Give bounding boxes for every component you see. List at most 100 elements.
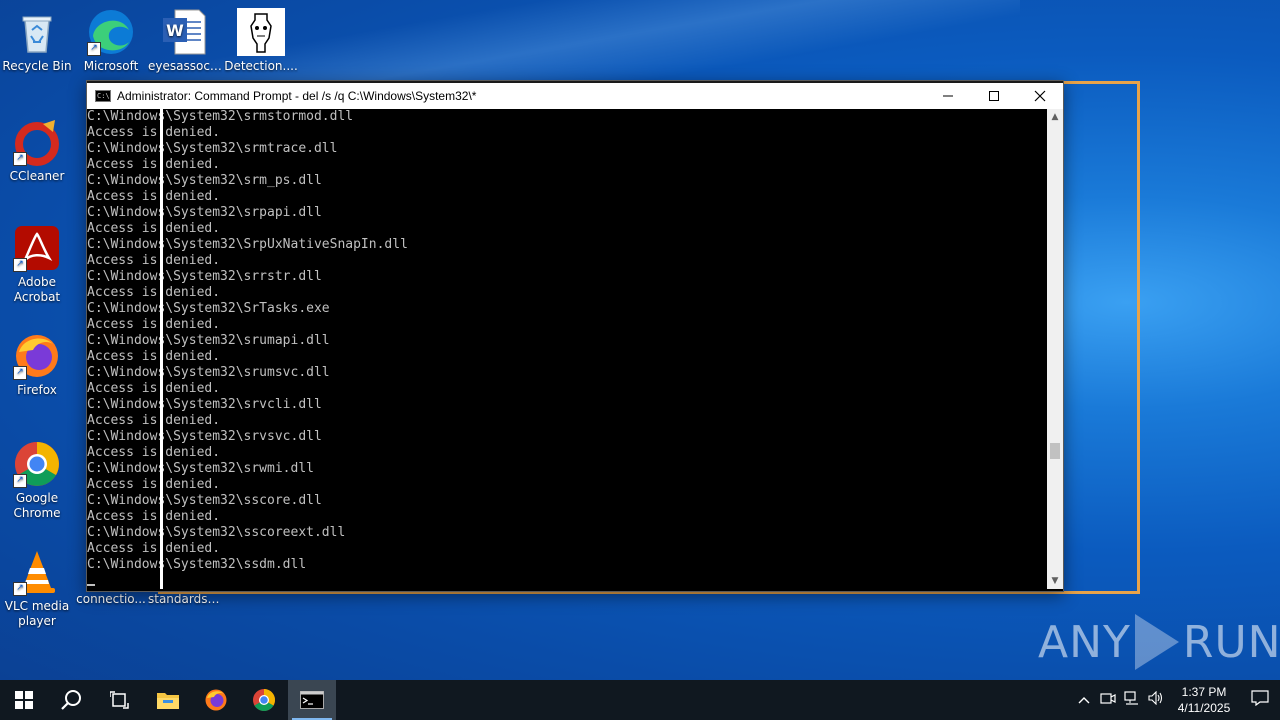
search-icon xyxy=(61,690,81,710)
console-line: Access is denied. xyxy=(87,189,221,204)
cmd-app-icon xyxy=(300,691,324,709)
watermark-text-right: RUN xyxy=(1182,616,1280,668)
shortcut-arrow-icon: ↗ xyxy=(13,474,27,488)
system-tray: 1:37 PM 4/11/2025 xyxy=(1072,680,1280,720)
chrome-icon xyxy=(253,689,275,711)
console-line: Access is denied. xyxy=(87,445,221,460)
console-line: C:\Windows\System32\srumapi.dll xyxy=(87,333,330,348)
desktop-icon-vlc[interactable]: ↗ VLC media player xyxy=(0,548,74,629)
console-line: C:\Windows\System32\srrstr.dll xyxy=(87,269,322,284)
maximize-button[interactable] xyxy=(971,83,1017,109)
console-output[interactable]: C:\Windows\System32\srmstormod.dll Access… xyxy=(87,109,1047,589)
console-line: Access is denied. xyxy=(87,413,221,428)
desktop-icon-label: Detection.... xyxy=(224,59,298,73)
network-button[interactable] xyxy=(1120,691,1144,709)
console-line: C:\Windows\System32\srumsvc.dll xyxy=(87,365,330,380)
chrome-icon: ↗ xyxy=(13,440,61,488)
desktop-icon-microsoft-edge[interactable]: ↗ Microsoft Edge xyxy=(74,8,148,74)
desktop-icon-label: VLC media player xyxy=(4,599,70,628)
console-line: C:\Windows\System32\SrpUxNativeSnapIn.dl… xyxy=(87,237,408,252)
desktop-icon-ccleaner[interactable]: ↗ CCleaner xyxy=(0,118,74,184)
scroll-down-arrow-icon[interactable]: ▼ xyxy=(1047,573,1063,589)
notification-icon xyxy=(1251,690,1269,707)
cmd-app-icon: C:\ xyxy=(95,90,111,102)
show-hidden-icons-button[interactable] xyxy=(1072,693,1096,708)
word-document-icon: W xyxy=(161,8,209,56)
taskbar-clock[interactable]: 1:37 PM 4/11/2025 xyxy=(1168,684,1240,716)
console-line: Access is denied. xyxy=(87,381,221,396)
console-line: Access is denied. xyxy=(87,157,221,172)
console-line: C:\Windows\System32\srvcli.dll xyxy=(87,397,322,412)
console-line: C:\Windows\System32\srm_ps.dll xyxy=(87,173,322,188)
scroll-thumb[interactable] xyxy=(1050,443,1060,459)
desktop-icon-word-doc[interactable]: W eyesassoci... xyxy=(148,8,222,74)
desktop-icon-adobe-acrobat[interactable]: ↗ Adobe Acrobat xyxy=(0,224,74,305)
console-line: Access is denied. xyxy=(87,509,221,524)
desktop-icon-firefox[interactable]: ↗ Firefox xyxy=(0,332,74,398)
watermark-text-left: ANY xyxy=(1038,616,1131,668)
desktop-icon-label: Adobe Acrobat xyxy=(13,275,61,304)
chevron-up-icon xyxy=(1078,696,1090,703)
edge-icon: ↗ xyxy=(87,8,135,56)
search-button[interactable] xyxy=(48,680,96,720)
console-cursor xyxy=(87,584,95,586)
desktop-icon-detection[interactable]: Detection.... xyxy=(224,8,298,74)
shortcut-arrow-icon: ↗ xyxy=(13,152,27,166)
console-lines: C:\Windows\System32\srmstormod.dll Access… xyxy=(87,109,1047,573)
console-line: C:\Windows\System32\SrTasks.exe xyxy=(87,301,330,316)
console-line: C:\Windows\System32\sscoreext.dll xyxy=(87,525,346,540)
console-line: Access is denied. xyxy=(87,125,221,140)
start-button[interactable] xyxy=(0,680,48,720)
folder-icon xyxy=(157,693,179,709)
scroll-up-arrow-icon[interactable]: ▲ xyxy=(1047,109,1063,125)
task-view-icon xyxy=(110,691,129,709)
desktop-icon-label: Microsoft Edge xyxy=(83,59,139,73)
clock-date: 4/11/2025 xyxy=(1177,701,1231,715)
console-line: C:\Windows\System32\srwmi.dll xyxy=(87,461,314,476)
console-line: Access is denied. xyxy=(87,349,221,364)
window-titlebar[interactable]: C:\ Administrator: Command Prompt - del … xyxy=(87,81,1063,109)
desktop-icon-label: eyesassoci... xyxy=(148,59,222,73)
minimize-icon xyxy=(943,95,953,97)
desktop-icon-recycle-bin[interactable]: Recycle Bin xyxy=(0,8,74,74)
taskbar-firefox[interactable] xyxy=(192,680,240,720)
taskbar: 1:37 PM 4/11/2025 xyxy=(0,680,1280,720)
taskbar-file-explorer[interactable] xyxy=(144,680,192,720)
shortcut-arrow-icon: ↗ xyxy=(13,258,27,272)
console-line: Access is denied. xyxy=(87,317,221,332)
shortcut-arrow-icon: ↗ xyxy=(13,582,27,596)
console-line: Access is denied. xyxy=(87,285,221,300)
vertical-scrollbar[interactable]: ▲ ▼ xyxy=(1047,109,1063,589)
taskbar-command-prompt[interactable] xyxy=(288,680,336,720)
notifications-button[interactable] xyxy=(1240,690,1280,710)
console-line: C:\Windows\System32\srpapi.dll xyxy=(87,205,322,220)
shortcut-arrow-icon: ↗ xyxy=(87,42,101,56)
task-view-button[interactable] xyxy=(96,680,144,720)
console-line: C:\Windows\System32\srmtrace.dll xyxy=(87,141,338,156)
desktop-icon-label: Google Chrome xyxy=(13,491,61,520)
desktop-icon-label: Firefox xyxy=(17,383,57,397)
adobe-acrobat-icon: ↗ xyxy=(13,224,61,272)
minimize-button[interactable] xyxy=(925,83,971,109)
volume-button[interactable] xyxy=(1144,690,1168,709)
ccleaner-icon: ↗ xyxy=(13,118,61,166)
console-line: Access is denied. xyxy=(87,221,221,236)
close-icon xyxy=(1034,90,1046,102)
detection-file-icon xyxy=(237,8,285,56)
meet-now-button[interactable] xyxy=(1096,691,1120,709)
camera-icon xyxy=(1100,693,1116,704)
vlc-cone-icon: ↗ xyxy=(13,548,61,596)
command-prompt-window[interactable]: C:\ Administrator: Command Prompt - del … xyxy=(86,80,1064,592)
desktop-icon-label: Recycle Bin xyxy=(2,59,72,73)
console-line: Access is denied. xyxy=(87,477,221,492)
white-vertical-bar xyxy=(160,109,163,589)
svg-text:W: W xyxy=(166,21,184,40)
taskbar-chrome[interactable] xyxy=(240,680,288,720)
recycle-bin-icon xyxy=(13,8,61,56)
desktop-icon-google-chrome[interactable]: ↗ Google Chrome xyxy=(0,440,74,521)
window-title: Administrator: Command Prompt - del /s /… xyxy=(117,89,477,103)
window-controls xyxy=(925,83,1063,109)
network-icon xyxy=(1124,691,1138,705)
play-triangle-icon xyxy=(1134,614,1179,670)
close-button[interactable] xyxy=(1017,83,1063,109)
